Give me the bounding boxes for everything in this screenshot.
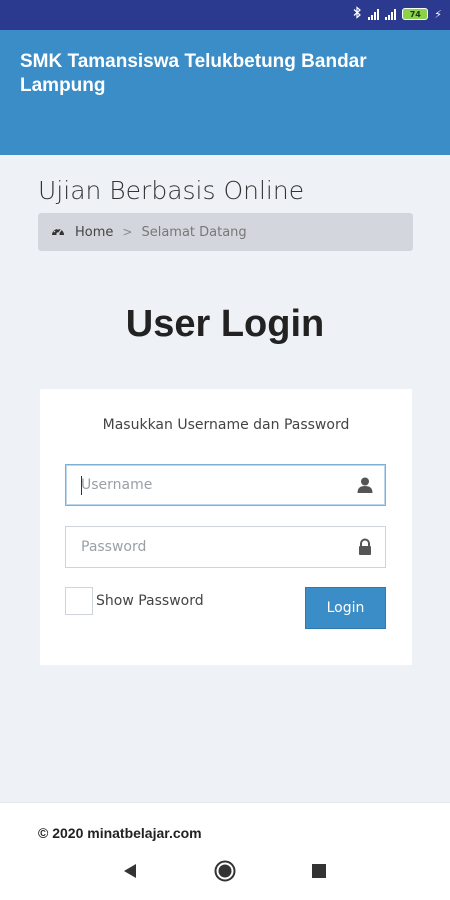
app-title: SMK Tamansiswa Telukbetung Bandar Lampun…: [20, 51, 367, 96]
show-password-control: Show Password: [65, 587, 204, 615]
user-icon: [357, 477, 373, 493]
username-input[interactable]: [66, 465, 385, 505]
lock-icon: [359, 538, 371, 555]
login-instruction: Masukkan Username dan Password: [102, 417, 350, 433]
navigation-bar: [0, 842, 450, 900]
show-password-label[interactable]: Show Password: [96, 593, 204, 609]
status-icons: 74 ⚡: [353, 6, 442, 22]
battery-level: 74: [409, 9, 421, 19]
breadcrumb: Home > Selamat Datang: [38, 213, 413, 251]
bluetooth-icon: [353, 6, 362, 22]
password-input[interactable]: [66, 527, 385, 567]
footer: © 2020 minatbelajar.com: [0, 802, 450, 842]
footer-copyright: © 2020 minatbelajar.com: [38, 825, 202, 841]
recent-apps-icon[interactable]: [308, 860, 330, 882]
breadcrumb-separator: >: [122, 225, 133, 239]
signal-icon: [368, 8, 380, 20]
home-icon[interactable]: [214, 860, 236, 882]
login-heading: User Login: [125, 303, 325, 345]
breadcrumb-current: Selamat Datang: [141, 224, 247, 240]
login-card: Masukkan Username dan Password Show Pass…: [40, 389, 412, 665]
signal-icon: [385, 8, 397, 20]
breadcrumb-home-link[interactable]: Home: [75, 225, 113, 240]
status-bar: 74 ⚡: [0, 0, 450, 30]
password-field: [65, 526, 386, 568]
username-field: [65, 464, 386, 506]
dashboard-icon: [52, 228, 64, 236]
app-header: SMK Tamansiswa Telukbetung Bandar Lampun…: [0, 30, 450, 155]
show-password-checkbox[interactable]: [65, 587, 93, 615]
back-icon[interactable]: [120, 860, 142, 882]
charging-icon: ⚡: [434, 7, 442, 21]
login-button[interactable]: Login: [305, 587, 386, 629]
battery-icon: 74: [402, 8, 429, 20]
page-title: Ujian Berbasis Online: [38, 176, 305, 205]
text-caret: [81, 476, 82, 495]
